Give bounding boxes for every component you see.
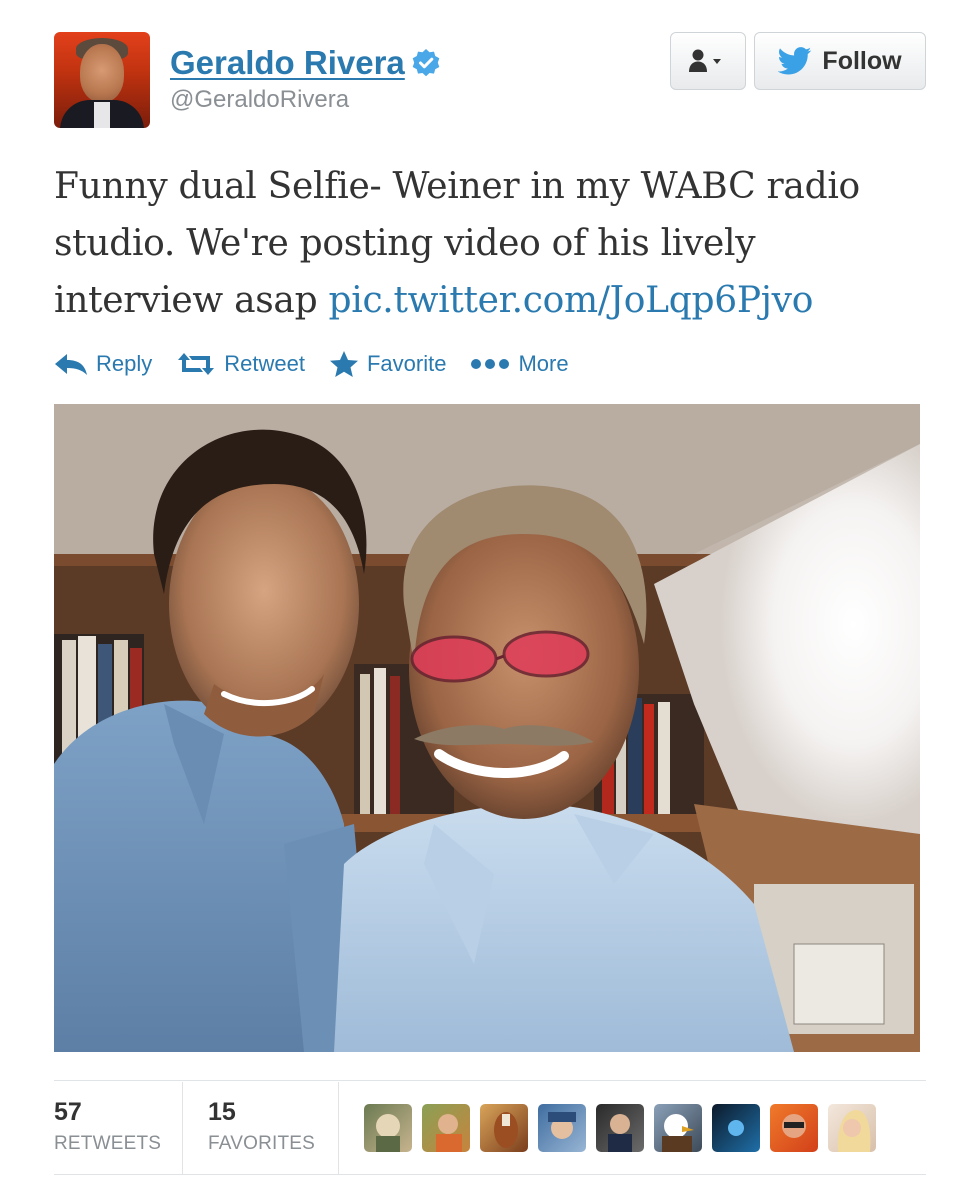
retweet-icon (178, 353, 215, 375)
retweet-label: Retweet (224, 351, 305, 376)
retweets-stat[interactable]: 57 RETWEETS (54, 1098, 161, 1155)
tweet-text: Funny dual Selfie- Weiner in my WABC rad… (54, 158, 934, 329)
stats-divider (338, 1082, 339, 1174)
favoriters-list (364, 1104, 876, 1152)
tweet-media-link[interactable]: pic.twitter.com/JoLqp6Pjvo (328, 280, 813, 321)
user-avatar-icon (494, 1112, 518, 1148)
verified-badge-icon (412, 49, 440, 77)
follow-button[interactable]: Follow (754, 32, 926, 90)
favorites-count: 15 (208, 1098, 236, 1126)
user-avatar-icon (376, 1114, 400, 1152)
user-avatar-icon (608, 1114, 632, 1152)
user-avatar-icon (548, 1112, 576, 1139)
tweet-photo[interactable] (54, 404, 920, 1052)
favorite-action[interactable]: Favorite (329, 350, 446, 378)
retweets-count: 57 (54, 1098, 82, 1126)
retweets-label: RETWEETS (54, 1133, 162, 1154)
reply-label: Reply (96, 351, 153, 376)
favoriter-avatar[interactable] (538, 1104, 586, 1152)
twitter-bird-icon (778, 47, 812, 75)
user-avatar-icon (728, 1120, 744, 1136)
retweet-action[interactable]: Retweet (176, 351, 305, 377)
screen-name[interactable]: @GeraldoRivera (170, 86, 441, 114)
user-avatar-icon (782, 1114, 806, 1138)
tweet-header: Geraldo Rivera @GeraldoRivera Follow (54, 32, 926, 128)
user-avatar[interactable] (54, 32, 150, 128)
favoriter-avatar[interactable] (712, 1104, 760, 1152)
reply-icon (55, 354, 87, 375)
favoriter-avatar[interactable] (364, 1104, 412, 1152)
user-avatar-icon (436, 1114, 462, 1152)
favorite-label: Favorite (366, 351, 447, 376)
favorites-stat[interactable]: 15 FAVORITES (208, 1098, 315, 1155)
favoriter-avatar[interactable] (654, 1104, 702, 1152)
user-dropdown-icon (689, 49, 721, 72)
user-avatar-icon (837, 1110, 871, 1152)
more-label: More (518, 351, 569, 376)
follow-label: Follow (822, 46, 902, 75)
reply-action[interactable]: Reply (54, 351, 152, 377)
avatar-face (80, 44, 124, 102)
user-dropdown-button[interactable] (670, 32, 746, 90)
more-dots-icon (471, 359, 510, 369)
name-block: Geraldo Rivera @GeraldoRivera (170, 44, 441, 114)
user-avatar-icon (662, 1114, 694, 1152)
star-icon (329, 351, 358, 377)
stats-divider (182, 1082, 183, 1174)
favoriter-avatar[interactable] (828, 1104, 876, 1152)
favorites-label: FAVORITES (208, 1133, 316, 1154)
tweet-actions: Reply Retweet Favorite More (54, 344, 593, 384)
favoriter-avatar[interactable] (422, 1104, 470, 1152)
tweet-photo-image (54, 404, 920, 1052)
stats-top-divider (54, 1080, 926, 1081)
favoriter-avatar[interactable] (770, 1104, 818, 1152)
stats-bottom-divider (54, 1174, 926, 1175)
display-name[interactable]: Geraldo Rivera (170, 44, 405, 82)
favoriter-avatar[interactable] (480, 1104, 528, 1152)
more-action[interactable]: More (470, 351, 569, 377)
favoriter-avatar[interactable] (596, 1104, 644, 1152)
avatar-shirt (94, 102, 110, 128)
